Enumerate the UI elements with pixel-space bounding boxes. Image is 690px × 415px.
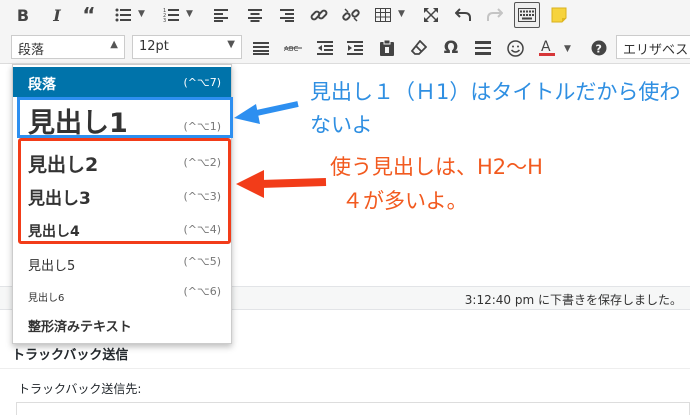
format-option-heading-5[interactable]: 見出し5 (^⌥5): [13, 249, 231, 279]
table-icon[interactable]: [370, 2, 396, 28]
svg-text:ABC: ABC: [284, 45, 298, 53]
lang-select-value: エリザベス: [623, 43, 689, 58]
clear-formatting-icon[interactable]: [406, 35, 432, 61]
align-left-icon[interactable]: [208, 2, 234, 28]
indent-icon[interactable]: [342, 35, 368, 61]
trackback-divider: [0, 368, 690, 369]
heading-2-4-annotation-note: 使う見出しは、H2〜H ４が多いよ。: [330, 150, 690, 218]
align-center-icon[interactable]: [242, 2, 268, 28]
bold-icon[interactable]: B: [10, 2, 36, 28]
format-select[interactable]: 段落 ▲: [11, 35, 125, 59]
red-arrow-icon: [236, 170, 327, 198]
trackback-input[interactable]: [16, 402, 690, 415]
red-note-line-1: 使う見出しは、H2〜H: [330, 155, 543, 179]
red-note-line-2: ４が多いよ。: [342, 189, 468, 213]
fullscreen-icon[interactable]: [418, 2, 444, 28]
outdent-icon[interactable]: [312, 35, 338, 61]
svg-text:?: ?: [596, 43, 602, 56]
font-size-select-value: 12pt: [139, 39, 169, 54]
format-select-arrow-icon: ▲: [110, 39, 118, 50]
emoticons-icon[interactable]: [502, 35, 528, 61]
table-caret-icon[interactable]: ▼: [398, 9, 405, 19]
draft-saved-text: 3:12:40 pm に下書きを保存しました。: [464, 293, 682, 307]
bullet-list-icon[interactable]: [110, 2, 136, 28]
format-select-value: 段落: [18, 43, 45, 58]
numbered-list-caret-icon[interactable]: ▼: [186, 9, 193, 19]
format-option-preformatted[interactable]: 整形済みテキスト: [13, 311, 231, 341]
blue-arrow-icon: [234, 101, 299, 124]
numbered-list-icon[interactable]: 123: [158, 2, 184, 28]
blockquote-icon[interactable]: “: [76, 2, 102, 28]
unlink-icon[interactable]: [338, 2, 364, 28]
special-character-icon[interactable]: Ω: [438, 35, 464, 61]
svg-text:A: A: [541, 39, 551, 55]
trackback-title: トラックバック送信: [12, 348, 129, 363]
italic-icon[interactable]: I: [44, 2, 70, 28]
svg-text:3: 3: [163, 18, 166, 22]
help-icon[interactable]: ?: [586, 35, 612, 61]
undo-icon[interactable]: [450, 2, 476, 28]
text-color-caret-icon[interactable]: ▼: [564, 44, 571, 54]
lang-select[interactable]: エリザベス: [616, 35, 690, 59]
font-size-select[interactable]: 12pt ▼: [132, 35, 242, 59]
heading-1-annotation-note: 見出し１（Ｈ1）はタイトルだから使わないよ: [310, 80, 681, 137]
heading-1-highlight-box: [17, 97, 233, 138]
heading-2-4-highlight-box: [18, 138, 231, 244]
link-icon[interactable]: [306, 2, 332, 28]
trackback-label: トラックバック送信先:: [18, 382, 142, 396]
sticky-note-icon[interactable]: [546, 2, 572, 28]
text-color-icon[interactable]: A: [534, 35, 560, 61]
redo-icon[interactable]: [482, 2, 508, 28]
font-size-select-arrow-icon: ▼: [227, 39, 235, 50]
format-option-paragraph[interactable]: 段落 (^⌥7): [13, 67, 231, 97]
keyboard-icon[interactable]: [514, 2, 540, 28]
toolbar-row-2: 段落 ▲ 12pt ▼ ABC Ω A ▼ ? エリザベス: [0, 30, 690, 64]
justify-icon[interactable]: [248, 35, 274, 61]
align-right-icon[interactable]: [274, 2, 300, 28]
horizontal-line-icon[interactable]: [470, 35, 496, 61]
bullet-list-caret-icon[interactable]: ▼: [138, 9, 145, 19]
strikethrough-icon[interactable]: ABC: [280, 35, 306, 61]
paste-text-icon[interactable]: [374, 35, 400, 61]
format-option-heading-6[interactable]: 見出し6 (^⌥6): [13, 281, 231, 309]
toolbar-row-1: B I “ ▼ 123 ▼ ▼: [0, 0, 690, 30]
